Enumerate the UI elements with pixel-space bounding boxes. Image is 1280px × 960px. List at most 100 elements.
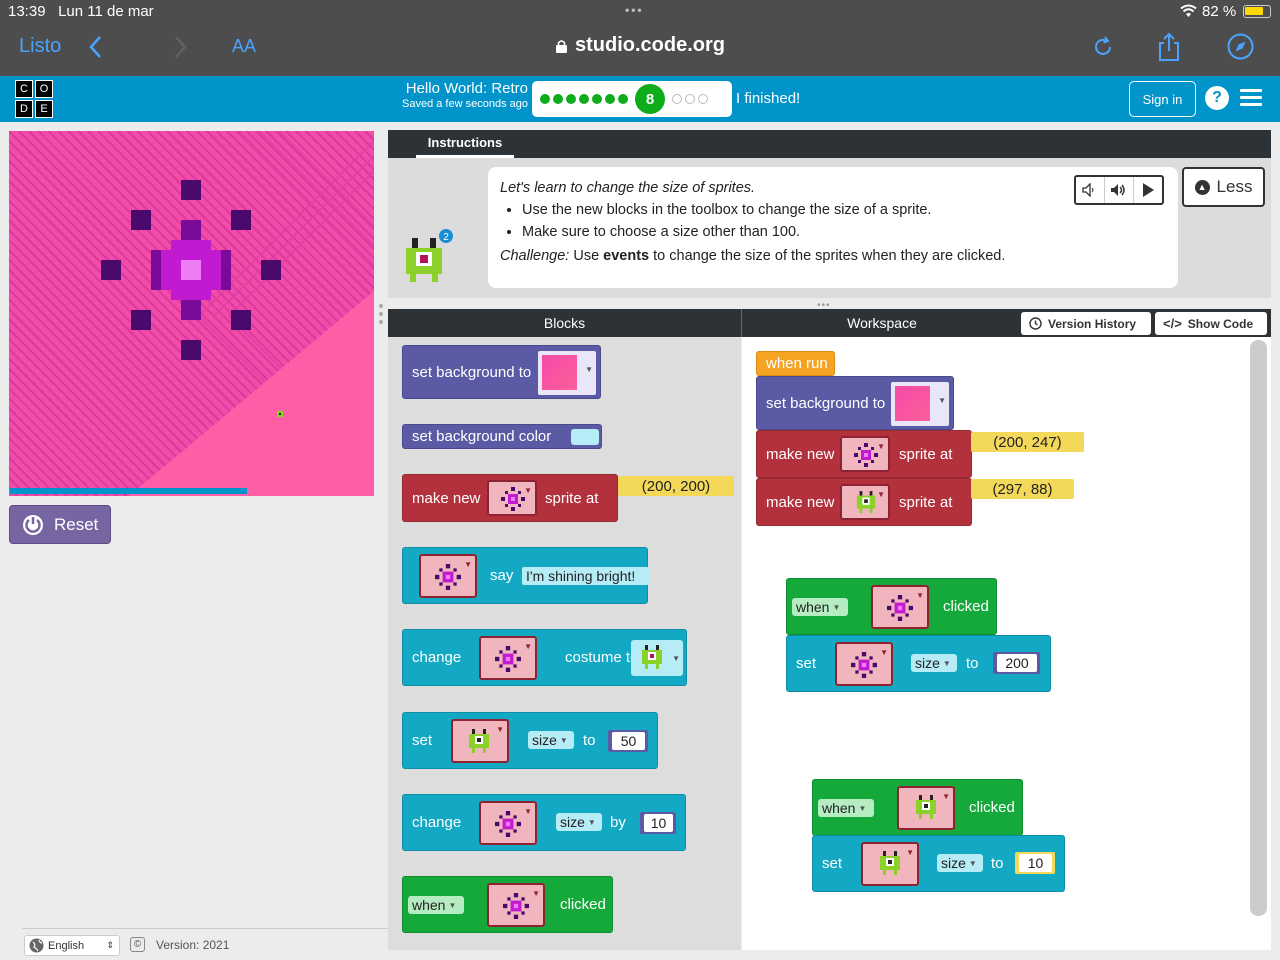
- position-value[interactable]: (297, 88): [971, 479, 1074, 499]
- event-dropdown[interactable]: when ▼: [792, 598, 848, 616]
- color-picker[interactable]: ▼: [538, 351, 596, 395]
- set-background-block[interactable]: set background to ▼: [756, 376, 954, 430]
- alien-sprite-icon: [880, 851, 900, 875]
- sprite-picker[interactable]: ▼: [487, 883, 545, 927]
- mute-icon[interactable]: [1076, 177, 1105, 203]
- level-dot-empty[interactable]: [672, 94, 682, 104]
- position-value[interactable]: (200, 200): [618, 476, 734, 496]
- set-size-block[interactable]: set ▼ size ▼ to 50: [402, 712, 658, 769]
- set-background-block[interactable]: set background to ▼: [402, 345, 601, 399]
- set-size-block[interactable]: set ▼ size ▼ to 200: [786, 635, 1051, 692]
- alien-costume-icon: [642, 645, 662, 669]
- challenge-text: Challenge: Use events to change the size…: [500, 248, 1006, 264]
- level-dot-complete[interactable]: [618, 94, 628, 104]
- level-dot-complete[interactable]: [566, 94, 576, 104]
- position-value[interactable]: (200, 247): [971, 432, 1084, 452]
- workspace-scrollbar[interactable]: [1250, 340, 1267, 916]
- star-sprite-icon: [501, 487, 525, 511]
- when-clicked-block[interactable]: when ▼ ▼ clicked: [812, 779, 1023, 836]
- level-dot-complete[interactable]: [579, 94, 589, 104]
- event-dropdown[interactable]: when ▼: [408, 896, 464, 914]
- dropdown-arrow-icon: ▼: [877, 442, 885, 451]
- alien-sprite[interactable]: [275, 409, 285, 419]
- volume-icon[interactable]: [1105, 177, 1134, 203]
- size-dropdown[interactable]: size ▼: [911, 654, 957, 672]
- sprite-picker[interactable]: ▼: [840, 436, 890, 472]
- game-stage[interactable]: [9, 131, 374, 496]
- done-button[interactable]: Listo: [19, 35, 61, 58]
- instructions-list: Use the new blocks in the toolbox to cha…: [522, 202, 1166, 240]
- level-dot-complete[interactable]: [592, 94, 602, 104]
- select-arrows-icon: ⇕: [106, 940, 114, 950]
- help-icon[interactable]: ?: [1205, 86, 1229, 110]
- sprite-picker[interactable]: ▼: [419, 554, 477, 598]
- tab-instructions[interactable]: Instructions: [416, 130, 514, 158]
- sprite-picker[interactable]: ▼: [479, 636, 537, 680]
- size-value[interactable]: 50: [608, 730, 648, 752]
- forward-chevron-icon[interactable]: [170, 34, 190, 60]
- language-select[interactable]: English ⇕: [24, 935, 120, 956]
- sprite-picker[interactable]: ▼: [871, 585, 929, 629]
- code-org-logo[interactable]: C O D E: [15, 80, 53, 118]
- size-dropdown[interactable]: size ▼: [937, 854, 983, 872]
- multitask-dots-icon[interactable]: •••: [625, 3, 644, 17]
- sprite-picker[interactable]: ▼: [835, 642, 893, 686]
- less-button[interactable]: ▲ Less: [1182, 167, 1265, 207]
- alien-avatar-icon: 2: [406, 229, 453, 282]
- sprite-picker[interactable]: ▼: [487, 480, 537, 516]
- size-dropdown[interactable]: size ▼: [528, 731, 574, 749]
- star-sprite-icon: [495, 811, 521, 837]
- event-dropdown[interactable]: when ▼: [818, 799, 874, 817]
- version-history-button[interactable]: Version History: [1021, 312, 1151, 335]
- sprite-picker[interactable]: ▼: [451, 719, 509, 763]
- reset-button[interactable]: Reset: [9, 505, 111, 544]
- when-clicked-block[interactable]: when ▼ ▼ clicked: [786, 578, 997, 635]
- change-costume-block[interactable]: change ▼ costume to ▼: [402, 629, 687, 686]
- level-dot-complete[interactable]: [605, 94, 615, 104]
- compass-icon[interactable]: [1227, 33, 1254, 60]
- set-background-color-block[interactable]: set background color: [402, 424, 602, 449]
- play-icon[interactable]: [1134, 177, 1162, 203]
- sign-in-button[interactable]: Sign in: [1129, 81, 1196, 117]
- text-size-button[interactable]: AA: [232, 36, 256, 57]
- size-value-selected[interactable]: 10: [1015, 852, 1055, 874]
- when-clicked-block[interactable]: when ▼ ▼ clicked: [402, 876, 613, 933]
- dropdown-arrow-icon: ▼: [877, 490, 885, 499]
- sprite-picker[interactable]: ▼: [840, 484, 890, 520]
- color-value-slot[interactable]: [571, 429, 599, 445]
- sprite-picker[interactable]: ▼: [897, 786, 955, 830]
- reload-icon[interactable]: [1091, 35, 1115, 59]
- color-picker[interactable]: ▼: [891, 382, 949, 426]
- star-sprite[interactable]: [9, 131, 374, 496]
- level-dot-empty[interactable]: [698, 94, 708, 104]
- set-size-block[interactable]: set ▼ size ▼ to 10: [812, 835, 1065, 892]
- show-code-button[interactable]: </> Show Code: [1155, 312, 1267, 335]
- sprite-picker[interactable]: ▼: [861, 842, 919, 886]
- make-new-sprite-block[interactable]: make new ▼ sprite at: [402, 474, 618, 522]
- vertical-resize-handle-icon[interactable]: [378, 302, 384, 326]
- workspace-canvas[interactable]: when run set background to ▼ make new ▼ …: [742, 337, 1271, 950]
- level-dot-complete[interactable]: [540, 94, 550, 104]
- hamburger-menu-icon[interactable]: [1240, 89, 1262, 107]
- size-value[interactable]: 200: [993, 652, 1040, 674]
- size-dropdown[interactable]: size ▼: [556, 813, 602, 831]
- make-new-sprite-block[interactable]: make new ▼ sprite at: [756, 430, 972, 478]
- costume-picker[interactable]: ▼: [631, 640, 683, 676]
- level-dot-empty[interactable]: [685, 94, 695, 104]
- address-bar[interactable]: studio.code.org: [556, 34, 725, 57]
- level-dot-complete[interactable]: [553, 94, 563, 104]
- change-size-value[interactable]: 10: [640, 812, 676, 834]
- change-size-block[interactable]: change ▼ size ▼ by 10: [402, 794, 686, 851]
- say-text-value[interactable]: I'm shining bright!: [522, 567, 650, 585]
- when-run-block[interactable]: when run: [756, 351, 835, 376]
- star-sprite-icon: [887, 595, 913, 621]
- say-block[interactable]: ▼ say I'm shining bright!: [402, 547, 650, 604]
- share-icon[interactable]: [1156, 32, 1182, 62]
- make-new-sprite-block[interactable]: make new ▼ sprite at: [756, 478, 972, 526]
- copyright-button[interactable]: ©: [130, 937, 145, 952]
- i-finished-link[interactable]: I finished!: [736, 90, 800, 107]
- star-sprite-icon: [851, 652, 877, 678]
- current-level-bubble[interactable]: 8: [635, 84, 665, 114]
- back-chevron-icon[interactable]: [86, 34, 106, 60]
- sprite-picker[interactable]: ▼: [479, 801, 537, 845]
